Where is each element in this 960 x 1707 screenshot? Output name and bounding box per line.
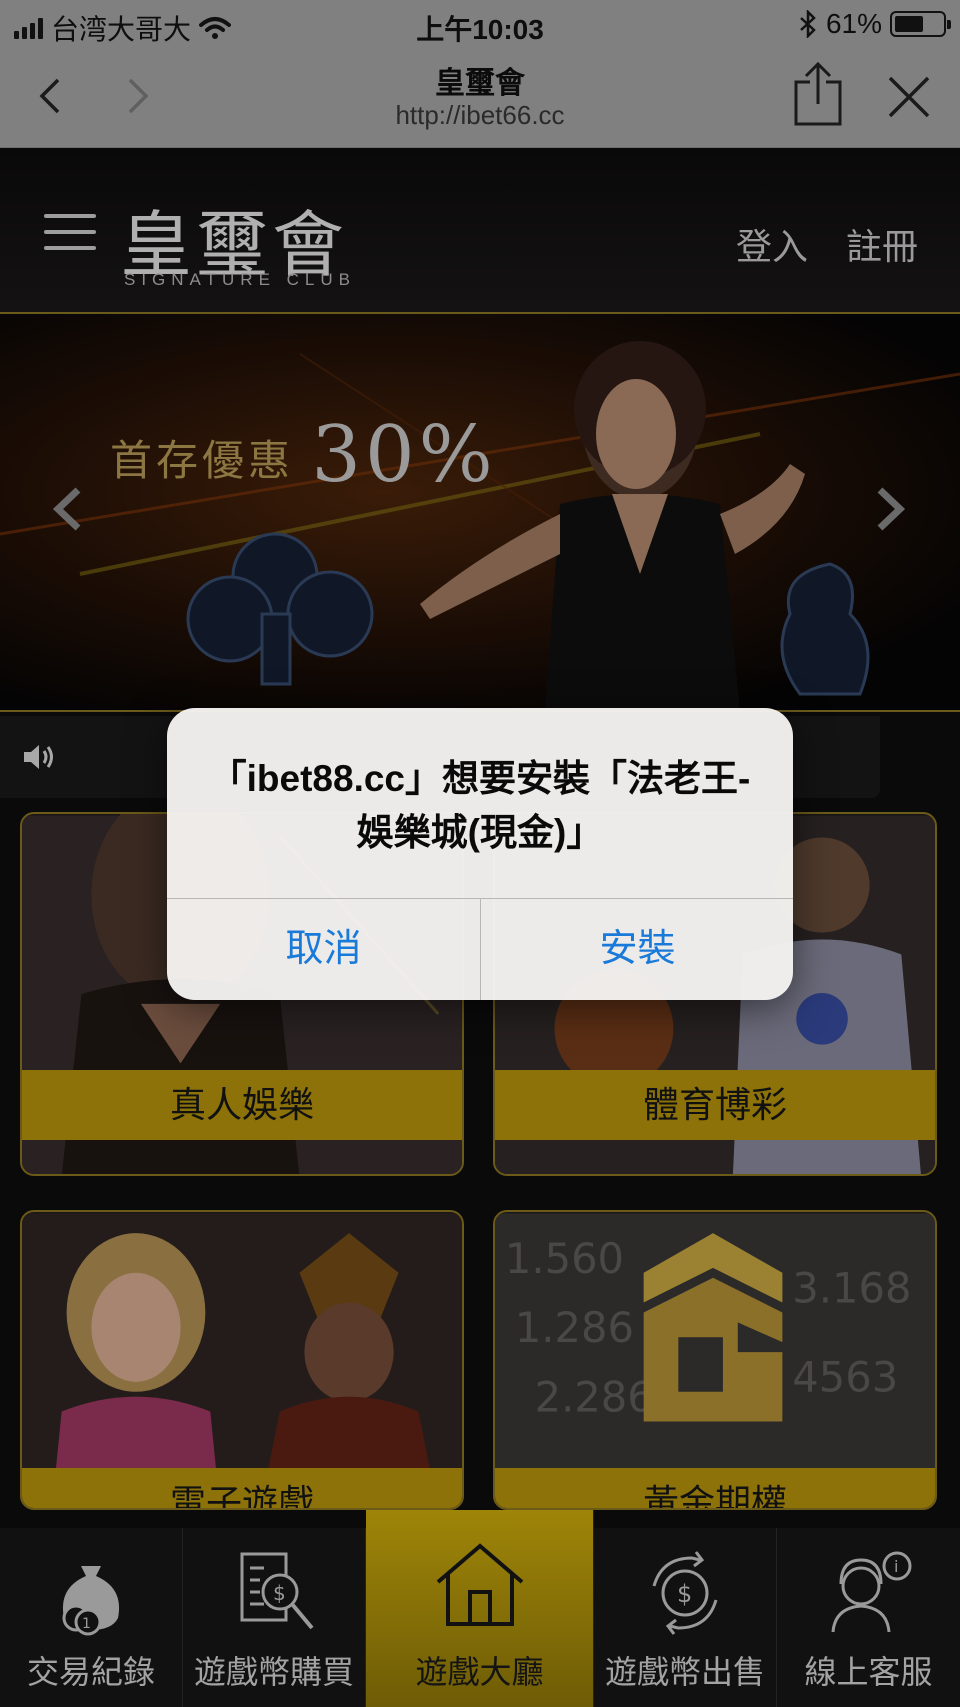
dialog-message: 「ibet88.cc」想要安裝「法老王-娛樂城(現金)」 — [209, 758, 751, 853]
tile-label: 體育博彩 — [495, 1070, 935, 1140]
dollar-exchange-icon: $ — [652, 1551, 718, 1635]
customer-service-icon: i — [831, 1551, 911, 1633]
share-icon[interactable] — [786, 60, 850, 130]
tile-label: 黃金期權 — [495, 1468, 935, 1508]
nav-label: 遊戲幣出售 — [604, 1654, 765, 1690]
tile-label: 電子遊戲 — [22, 1468, 462, 1508]
svg-text:$: $ — [677, 1580, 692, 1608]
tile-gold-options[interactable]: 1.560 1.286 2.286 3.168 4563 黃金期權 — [493, 1210, 937, 1510]
nav-label: 遊戲大廳 — [415, 1654, 544, 1690]
status-bar: 台湾大哥大 上午10:03 61% — [0, 0, 960, 48]
svg-text:i: i — [894, 1557, 898, 1576]
promo-percent: 30% — [311, 410, 497, 500]
home-icon — [436, 1543, 523, 1626]
speaker-icon[interactable] — [20, 740, 56, 774]
svg-text:2.286: 2.286 — [535, 1373, 654, 1422]
banner-prev-icon[interactable] — [48, 484, 88, 534]
invoice-search-icon: $ — [240, 1552, 314, 1630]
close-icon[interactable] — [878, 66, 938, 126]
menu-icon[interactable] — [44, 214, 96, 250]
logo-subtitle: SIGNATURE CLUB — [124, 270, 356, 289]
gold-options-artwork: 1.560 1.286 2.286 3.168 4563 — [495, 1213, 935, 1508]
browser-toolbar: 皇璽會 http://ibet66.cc — [0, 48, 960, 148]
money-bag-icon: 1 — [62, 1566, 120, 1636]
register-link[interactable]: 註冊 — [846, 218, 918, 270]
install-button[interactable]: 安裝 — [481, 899, 793, 1000]
nav-label: 交易紀錄 — [26, 1654, 155, 1690]
promo-banner[interactable]: 首存優惠 30% — [0, 314, 960, 712]
nav-sell-coins[interactable]: $ 遊戲幣出售 — [594, 1528, 777, 1707]
nav-game-lobby[interactable]: 遊戲大廳 — [366, 1510, 594, 1707]
svg-text:1.286: 1.286 — [515, 1303, 634, 1352]
status-right: 61% — [798, 8, 951, 40]
tile-label: 真人娛樂 — [22, 1070, 462, 1140]
install-alert-dialog: 「ibet88.cc」想要安裝「法老王-娛樂城(現金)」 取消 安裝 — [167, 708, 793, 1000]
bottom-nav: 1 交易紀錄 $ 遊戲幣購買 遊戲大廳 $ 遊戲幣出售 i 線上客服 — [0, 1510, 960, 1707]
header-links: 登入 註冊 — [736, 218, 918, 270]
battery-icon — [890, 11, 951, 37]
banner-promo: 首存優惠 30% — [110, 410, 497, 500]
nav-label: 遊戲幣購買 — [193, 1654, 354, 1690]
tile-slot-games[interactable]: 電子遊戲 — [20, 1210, 464, 1510]
svg-text:$: $ — [273, 1581, 286, 1605]
nav-buy-coins[interactable]: $ 遊戲幣購買 — [183, 1528, 366, 1707]
battery-percent: 61% — [825, 8, 882, 39]
nav-label: 線上客服 — [804, 1654, 933, 1690]
site-header: 皇璽會 SIGNATURE CLUB 登入 註冊 — [0, 148, 960, 314]
bluetooth-icon — [800, 10, 816, 38]
banner-next-icon[interactable] — [870, 484, 910, 534]
svg-text:1.560: 1.560 — [505, 1234, 624, 1283]
svg-text:3.168: 3.168 — [792, 1264, 911, 1313]
login-link[interactable]: 登入 — [736, 218, 808, 270]
slot-games-artwork — [22, 1213, 462, 1508]
cancel-button[interactable]: 取消 — [167, 899, 480, 1000]
nav-customer-service[interactable]: i 線上客服 — [777, 1528, 960, 1707]
svg-text:4563: 4563 — [792, 1353, 898, 1402]
promo-text: 首存優惠 — [110, 436, 295, 485]
nav-transaction-records[interactable]: 1 交易紀錄 — [0, 1528, 183, 1707]
svg-text:1: 1 — [82, 1616, 91, 1632]
banner-artwork — [0, 341, 960, 710]
